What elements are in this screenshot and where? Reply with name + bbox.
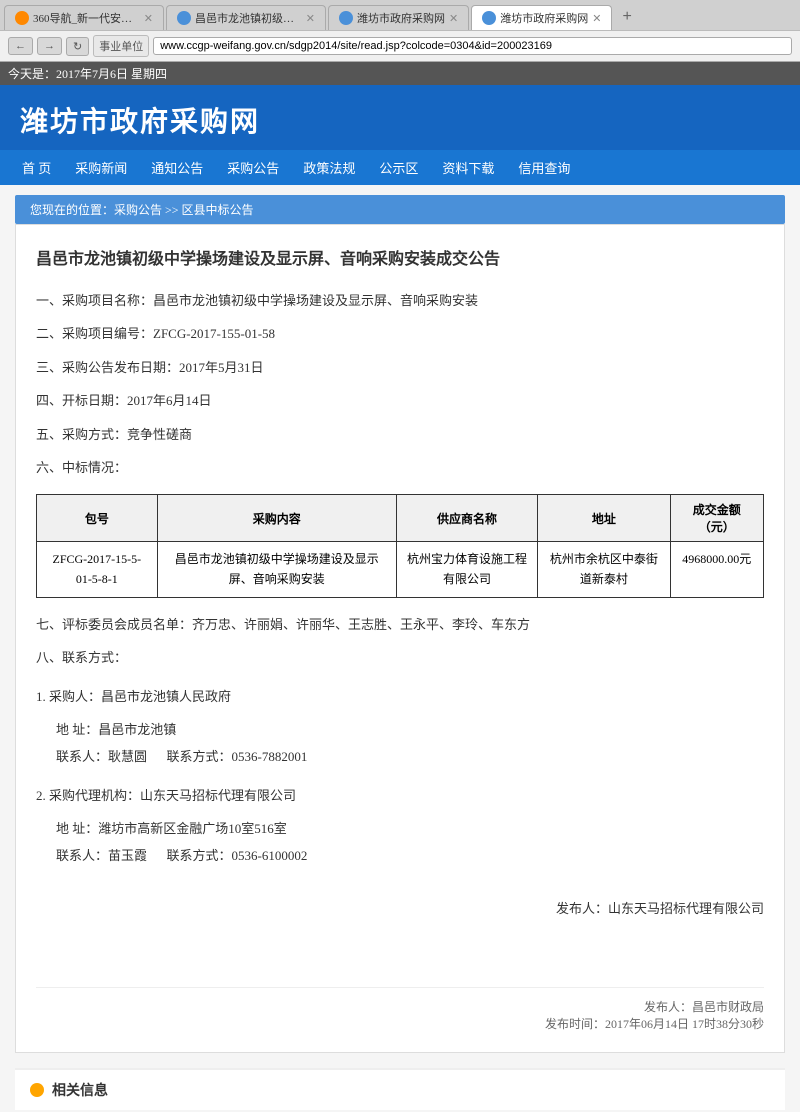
publisher-bottom-time: 发布时间：2017年06月14日 17时38分30秒 — [36, 1015, 764, 1032]
address-input[interactable] — [153, 37, 792, 55]
security-badge: 事业单位 — [93, 35, 149, 57]
contact-2-agency: 2. 采购代理机构：山东天马招标代理有限公司 — [36, 784, 764, 807]
nav-download[interactable]: 资料下载 — [430, 150, 506, 185]
section-3: 三、采购公告发布日期：2017年5月31日 — [36, 356, 764, 379]
publisher-bottom: 发布人：昌邑市财政局 发布时间：2017年06月14日 17时38分30秒 — [36, 987, 764, 1032]
section-6: 六、中标情况： — [36, 456, 764, 479]
related-title: 相关信息 — [52, 1080, 108, 1100]
section-5: 五、采购方式：竞争性磋商 — [36, 423, 764, 446]
contact-1-person: 联系人：耿慧圆 联系方式：0536-7882001 — [36, 745, 764, 768]
nav-policy[interactable]: 政策法规 — [291, 150, 367, 185]
contact-title: 八、联系方式： — [36, 646, 764, 669]
procurement-table: 包号 采购内容 供应商名称 地址 成交金额（元） ZFCG-2017-15-5-… — [36, 494, 764, 597]
section-1: 一、采购项目名称：昌邑市龙池镇初级中学操场建设及显示屏、音响采购安装 — [36, 289, 764, 312]
tab-4-label: 潍坊市政府采购网 — [500, 10, 588, 26]
publisher-right: 发布人：山东天马招标代理有限公司 — [36, 898, 764, 927]
col-content: 采购内容 — [157, 495, 396, 542]
table-row: ZFCG-2017-15-5-01-5-8-1 昌邑市龙池镇初级中学操场建设及显… — [37, 542, 764, 597]
contact-2: 2. 采购代理机构：山东天马招标代理有限公司 地 址：潍坊市高新区金融广场10室… — [36, 784, 764, 868]
related-dot — [30, 1083, 44, 1097]
cell-supplier: 杭州宝力体育设施工程有限公司 — [396, 542, 537, 597]
tab-1-label: 360导航_新一代安全上网导... — [33, 10, 140, 26]
tab-3-close[interactable]: ✕ — [449, 12, 458, 25]
new-tab-button[interactable]: + — [614, 4, 639, 30]
col-address: 地址 — [538, 495, 670, 542]
tab-1-icon — [15, 11, 29, 25]
contact-section: 1. 采购人：昌邑市龙池镇人民政府 地 址：昌邑市龙池镇 联系人：耿慧圆 联系方… — [36, 685, 764, 868]
cell-address: 杭州市余杭区中泰街道新泰村 — [538, 542, 670, 597]
tab-bar: 360导航_新一代安全上网导... ✕ 昌邑市龙池镇初级中学操场... ✕ 潍坊… — [0, 0, 800, 30]
main-content: 昌邑市龙池镇初级中学操场建设及显示屏、音响采购安装成交公告 一、采购项目名称：昌… — [15, 224, 785, 1053]
contact-1-buyer: 1. 采购人：昌邑市龙池镇人民政府 — [36, 685, 764, 708]
contact-2-address: 地 址：潍坊市高新区金融广场10室516室 — [36, 817, 764, 840]
site-header: 潍坊市政府采购网 — [0, 85, 800, 150]
date-text: 今天是：2017年7月6日 星期四 — [8, 67, 167, 81]
nav-bar: 首 页 采购新闻 通知公告 采购公告 政策法规 公示区 资料下载 信用查询 — [0, 150, 800, 185]
tab-2-label: 昌邑市龙池镇初级中学操场... — [195, 10, 302, 26]
nav-public[interactable]: 公示区 — [367, 150, 430, 185]
contact-2-person: 联系人：苗玉霞 联系方式：0536-6100002 — [36, 844, 764, 867]
contact-1: 1. 采购人：昌邑市龙池镇人民政府 地 址：昌邑市龙池镇 联系人：耿慧圆 联系方… — [36, 685, 764, 769]
col-amount: 成交金额（元） — [670, 495, 763, 542]
nav-purchase[interactable]: 采购公告 — [215, 150, 291, 185]
breadcrumb-text: 您现在的位置：采购公告 >> 区县中标公告 — [30, 203, 254, 217]
nav-home[interactable]: 首 页 — [10, 150, 63, 185]
tab-1-close[interactable]: ✕ — [144, 12, 153, 25]
tab-4-close[interactable]: ✕ — [592, 12, 601, 25]
nav-notice[interactable]: 通知公告 — [139, 150, 215, 185]
judge-members: 七、评标委员会成员名单：齐万忠、许丽娟、许丽华、王志胜、王永平、李玲、车东方 — [36, 613, 764, 636]
article-title: 昌邑市龙池镇初级中学操场建设及显示屏、音响采购安装成交公告 — [36, 245, 764, 269]
site-title: 潍坊市政府采购网 — [20, 100, 780, 140]
tab-3-label: 潍坊市政府采购网 — [357, 10, 445, 26]
tab-4[interactable]: 潍坊市政府采购网 ✕ — [471, 5, 612, 30]
tab-4-icon — [482, 11, 496, 25]
date-bar: 今天是：2017年7月6日 星期四 — [0, 62, 800, 85]
tab-3[interactable]: 潍坊市政府采购网 ✕ — [328, 5, 469, 30]
address-bar: ← → ↻ 事业单位 — [0, 30, 800, 61]
tab-1[interactable]: 360导航_新一代安全上网导... ✕ — [4, 5, 164, 30]
tab-2-icon — [177, 11, 191, 25]
publisher-bottom-org: 发布人：昌邑市财政局 — [36, 998, 764, 1015]
cell-content: 昌邑市龙池镇初级中学操场建设及显示屏、音响采购安装 — [157, 542, 396, 597]
cell-amount: 4968000.00元 — [670, 542, 763, 597]
back-button[interactable]: ← — [8, 37, 33, 55]
section-4: 四、开标日期：2017年6月14日 — [36, 389, 764, 412]
contact-1-address: 地 址：昌邑市龙池镇 — [36, 718, 764, 741]
breadcrumb: 您现在的位置：采购公告 >> 区县中标公告 — [15, 195, 785, 224]
col-package: 包号 — [37, 495, 158, 542]
related-section: 相关信息 — [15, 1068, 785, 1110]
tab-3-icon — [339, 11, 353, 25]
tab-2-close[interactable]: ✕ — [306, 12, 315, 25]
nav-news[interactable]: 采购新闻 — [63, 150, 139, 185]
refresh-button[interactable]: ↻ — [66, 37, 89, 56]
forward-button[interactable]: → — [37, 37, 62, 55]
section-2: 二、采购项目编号：ZFCG-2017-155-01-58 — [36, 322, 764, 345]
tab-2[interactable]: 昌邑市龙池镇初级中学操场... ✕ — [166, 5, 326, 30]
col-supplier: 供应商名称 — [396, 495, 537, 542]
nav-credit[interactable]: 信用查询 — [506, 150, 582, 185]
cell-package-no: ZFCG-2017-15-5-01-5-8-1 — [37, 542, 158, 597]
